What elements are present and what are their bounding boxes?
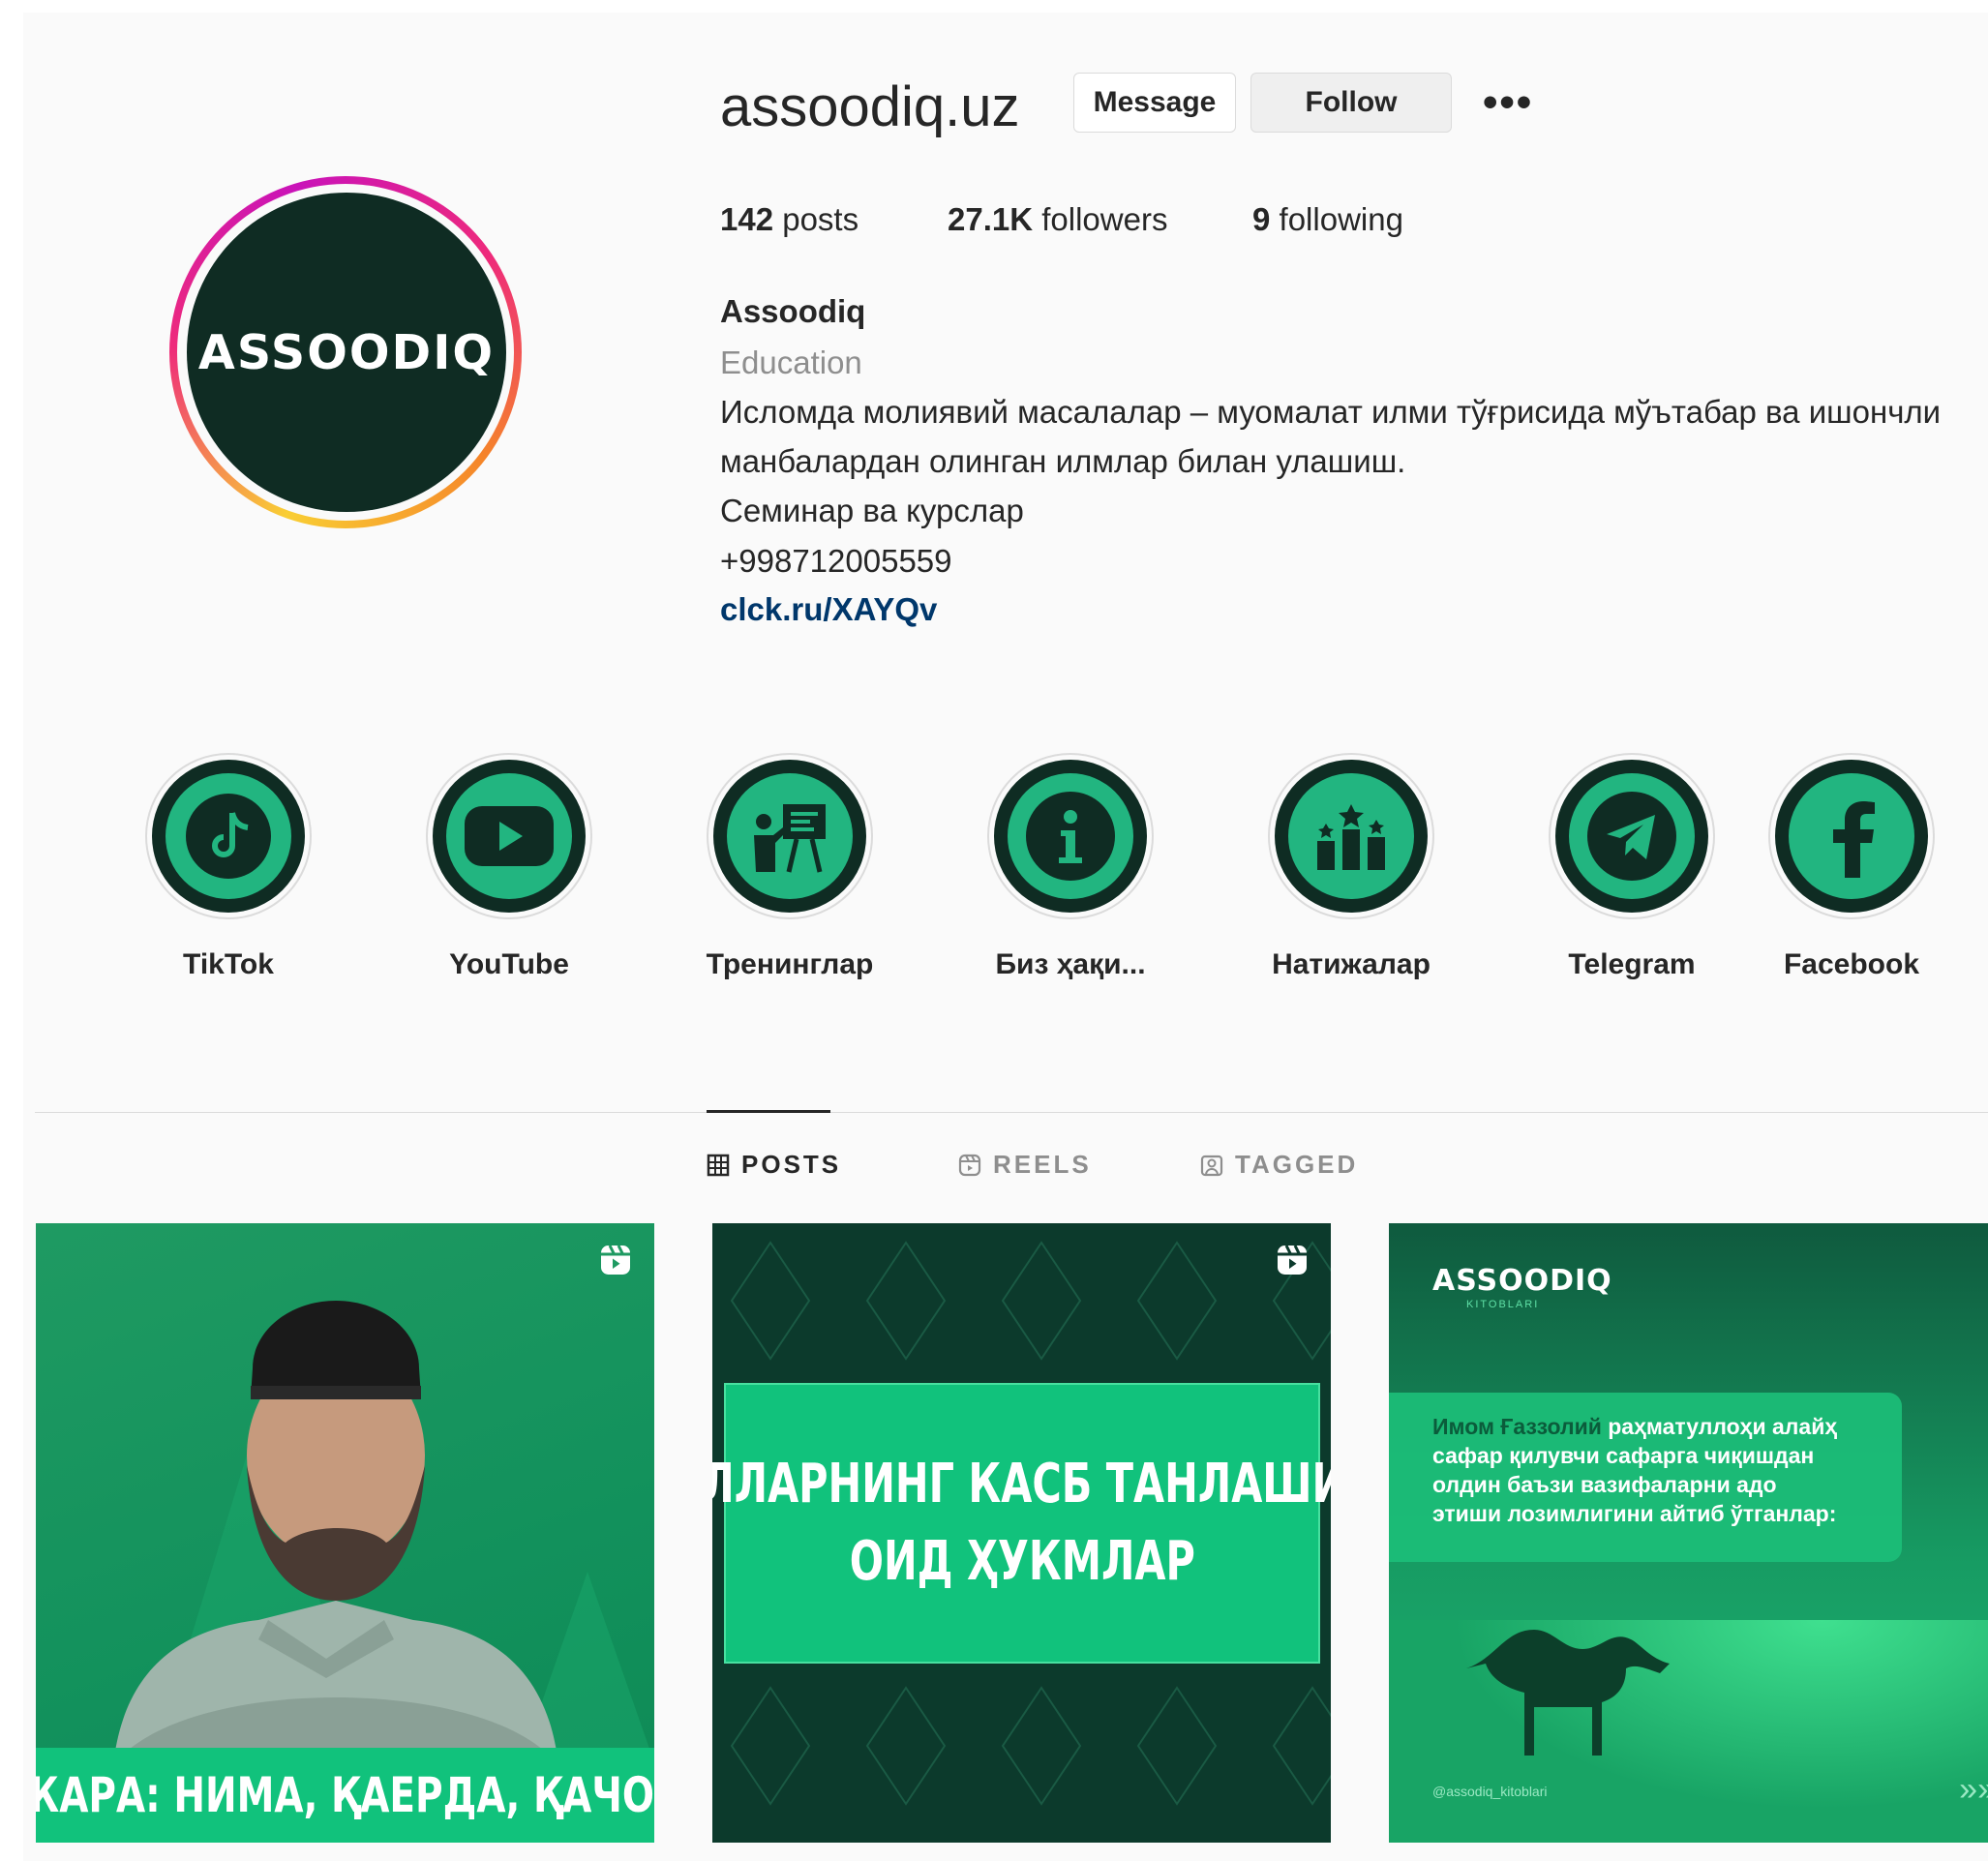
tabs-divider bbox=[35, 1112, 1988, 1113]
camel-silhouette bbox=[1466, 1630, 1670, 1756]
tab-label: TAGGED bbox=[1235, 1150, 1359, 1179]
follow-button[interactable]: Follow bbox=[1250, 73, 1452, 133]
avatar[interactable]: ASSOODIQ bbox=[187, 193, 506, 512]
highlight-label: Telegram bbox=[1568, 948, 1696, 980]
tab-posts[interactable]: POSTS bbox=[707, 1150, 841, 1180]
highlight-youtube[interactable]: YouTube bbox=[393, 753, 625, 981]
highlight-trainings[interactable]: Тренинглар bbox=[674, 753, 906, 981]
post-quote-line: сафар қилувчи сафарга чиқишдан bbox=[1432, 1443, 1815, 1468]
chevrons-icon: »» bbox=[1959, 1771, 1988, 1808]
stat-following[interactable]: 9 following bbox=[1252, 201, 1403, 238]
highlight-telegram[interactable]: Telegram bbox=[1516, 753, 1748, 981]
post-caption-banner: ИЖАРА: НИМА, ҚАЕРДА, ҚАЧОН? bbox=[36, 1748, 654, 1843]
post-handle: @assodiq_kitoblari bbox=[1432, 1784, 1548, 1799]
post-tile[interactable]: ИЖАРА: НИМА, ҚАЕРДА, ҚАЧОН? bbox=[36, 1223, 654, 1843]
post-tile[interactable]: ASSOODIQ KITOBLARI Имом Ғаззолий рaҳмату… bbox=[1389, 1223, 1988, 1843]
highlight-label: Натижалар bbox=[1272, 948, 1431, 980]
bio-line: Исломда молиявий масалалар – муомалат ил… bbox=[720, 394, 1942, 430]
facebook-icon bbox=[1833, 801, 1875, 878]
bio-line: Семинар ва курслар bbox=[720, 493, 1024, 528]
profile-username: assoodiq.uz bbox=[720, 75, 1020, 138]
reels-icon bbox=[958, 1154, 981, 1176]
posts-count: 142 bbox=[720, 201, 774, 237]
post-title-line: АЁЛЛАРНИНГ КАСБ ТАНЛАШИГА bbox=[712, 1453, 1331, 1516]
post-quote-box: Имом Ғаззолий рaҳматуллоҳи алайҳ сафар қ… bbox=[1389, 1393, 1902, 1562]
highlight-tiktok[interactable]: TikTok bbox=[112, 753, 345, 981]
tab-label: POSTS bbox=[741, 1150, 842, 1179]
message-button[interactable]: Message bbox=[1073, 73, 1236, 133]
post-quote-highlight: Имом Ғаззолий bbox=[1432, 1414, 1602, 1439]
post-logo: ASSOODIQ bbox=[1432, 1264, 1612, 1298]
stat-posts: 142 posts bbox=[720, 201, 858, 238]
post-logo-subtitle: KITOBLARI bbox=[1466, 1299, 1540, 1310]
youtube-icon bbox=[465, 806, 554, 866]
highlight-label: Тренинглар bbox=[706, 948, 874, 980]
post-quote-line: олдин баъзи вазифаларни адо bbox=[1432, 1472, 1777, 1497]
more-options-icon[interactable]: ••• bbox=[1483, 81, 1533, 124]
highlight-label: Facebook bbox=[1783, 948, 1920, 980]
following-label: following bbox=[1270, 201, 1403, 237]
reels-icon bbox=[1278, 1245, 1307, 1275]
highlight-about[interactable]: Биз ҳақи... bbox=[954, 753, 1187, 981]
results-icon bbox=[1317, 804, 1385, 870]
post-title-card: АЁЛЛАРНИНГ КАСБ ТАНЛАШИГА ОИД ҲУКМЛАР bbox=[712, 1383, 1331, 1664]
bio-line: манбалардан олинган илмлар билан улашиш. bbox=[720, 443, 1406, 479]
stat-followers[interactable]: 27.1K followers bbox=[948, 201, 1167, 238]
telegram-icon bbox=[1587, 792, 1676, 881]
post-title-line: ОИД ҲУКМЛАР bbox=[849, 1530, 1195, 1593]
tagged-icon bbox=[1200, 1155, 1223, 1176]
post-photo bbox=[113, 1301, 654, 1765]
active-tab-indicator bbox=[707, 1110, 830, 1113]
training-icon bbox=[754, 804, 826, 873]
post-quote-line: Имом Ғаззолий рaҳматуллоҳи алайҳ bbox=[1432, 1412, 1902, 1441]
tab-reels[interactable]: REELS bbox=[958, 1150, 1092, 1180]
highlight-facebook[interactable]: Facebook bbox=[1755, 753, 1948, 981]
grid-icon bbox=[707, 1154, 730, 1176]
tiktok-icon bbox=[186, 794, 271, 879]
following-count: 9 bbox=[1252, 201, 1271, 237]
post-caption-text: ИЖАРА: НИМА, ҚАЕРДА, ҚАЧОН? bbox=[36, 1767, 654, 1823]
profile-category: Education bbox=[720, 345, 862, 380]
post-quote-text: рaҳматуллоҳи алайҳ bbox=[1608, 1414, 1838, 1439]
avatar-logo-text: ASSOODIQ bbox=[197, 324, 496, 380]
reels-icon bbox=[601, 1245, 630, 1275]
bio-phone: +998712005559 bbox=[720, 543, 952, 579]
info-icon bbox=[1026, 792, 1115, 881]
followers-label: followers bbox=[1033, 201, 1168, 237]
post-quote-line: этиши лозимлигини айтиб ўтганлар: bbox=[1432, 1501, 1837, 1526]
profile-full-name: Assoodiq bbox=[720, 293, 866, 329]
highlight-label: Биз ҳақи... bbox=[995, 948, 1146, 980]
highlight-results[interactable]: Натижалар bbox=[1235, 753, 1467, 981]
tab-label: REELS bbox=[993, 1150, 1092, 1179]
profile-page: ASSOODIQ assoodiq.uz Message Follow ••• … bbox=[23, 13, 1988, 1861]
posts-label: posts bbox=[773, 201, 859, 237]
highlight-label: YouTube bbox=[449, 948, 569, 980]
highlight-label: TikTok bbox=[183, 948, 274, 980]
bio-link[interactable]: clck.ru/XAYQv bbox=[720, 591, 937, 628]
followers-count: 27.1K bbox=[948, 201, 1034, 237]
tab-tagged[interactable]: TAGGED bbox=[1200, 1150, 1358, 1180]
post-tile[interactable]: АЁЛЛАРНИНГ КАСБ ТАНЛАШИГА ОИД ҲУКМЛАР bbox=[712, 1223, 1331, 1843]
